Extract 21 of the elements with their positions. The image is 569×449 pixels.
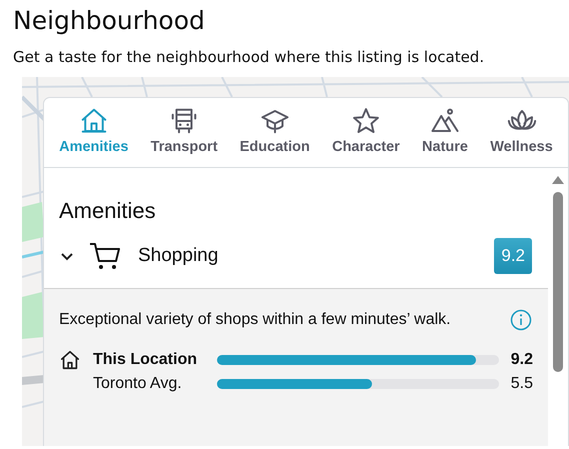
star-icon xyxy=(350,106,381,136)
tab[interactable]: Transport xyxy=(148,98,220,167)
shopping-cart-icon xyxy=(89,242,121,270)
info-icon[interactable] xyxy=(510,309,532,331)
score-badge: 9.2 xyxy=(494,238,532,274)
section-title: Amenities xyxy=(58,197,156,224)
comparison-label: This Location xyxy=(93,351,198,369)
category-description: Exceptional variety of shops within a few minutes’ walk. xyxy=(59,311,451,329)
tab[interactable]: Wellness xyxy=(488,98,555,167)
comparison-label: Toronto Avg. xyxy=(93,375,183,393)
comparison-value: 5.5 xyxy=(510,375,533,393)
bus-icon xyxy=(169,106,200,136)
house-icon xyxy=(59,349,81,371)
tab[interactable]: Education xyxy=(238,98,312,167)
tab[interactable]: Nature xyxy=(420,98,470,167)
comparison-value: 9.2 xyxy=(510,351,533,369)
page-title: Neighbourhood xyxy=(13,5,205,37)
page-subtitle: Get a taste for the neighbourhood where this listing is located. xyxy=(13,47,484,68)
category-name: Shopping xyxy=(138,245,220,267)
category-header[interactable]: Shopping 9.2 xyxy=(44,224,568,288)
tab[interactable]: Character xyxy=(330,98,402,167)
